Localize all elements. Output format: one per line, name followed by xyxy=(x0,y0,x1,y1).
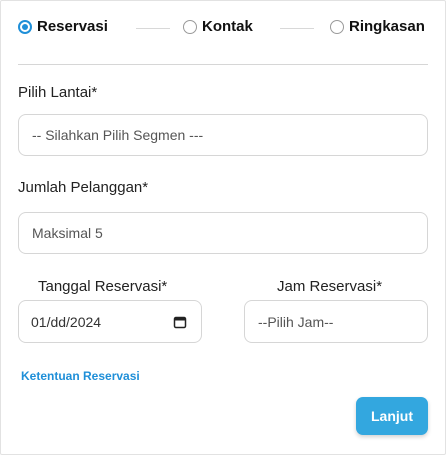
guests-input-placeholder: Maksimal 5 xyxy=(32,225,103,241)
floor-select-placeholder: -- Silahkan Pilih Segmen --- xyxy=(32,127,204,143)
date-input[interactable]: 01/dd/2024 xyxy=(18,300,202,343)
guests-label: Jumlah Pelanggan* xyxy=(18,179,149,196)
step-kontak[interactable]: Kontak xyxy=(183,18,253,35)
step-ringkasan-label: Ringkasan xyxy=(349,18,425,35)
stepper: Reservasi Kontak Ringkasan xyxy=(18,18,437,40)
radio-selected-icon xyxy=(18,19,32,34)
floor-select[interactable]: -- Silahkan Pilih Segmen --- xyxy=(18,114,428,156)
calendar-icon[interactable] xyxy=(173,315,187,329)
date-label: Tanggal Reservasi* xyxy=(38,278,168,295)
reservation-card: Reservasi Kontak Ringkasan Pilih Lantai*… xyxy=(0,0,446,455)
radio-unselected-icon xyxy=(183,19,197,34)
date-input-value: 01/dd/2024 xyxy=(31,313,102,330)
step-connector xyxy=(136,28,170,29)
divider xyxy=(18,64,428,65)
time-label: Jam Reservasi* xyxy=(277,278,383,295)
time-select-placeholder: --Pilih Jam-- xyxy=(258,313,334,330)
radio-unselected-icon xyxy=(330,19,344,34)
step-ringkasan[interactable]: Ringkasan xyxy=(330,18,425,35)
step-reservasi[interactable]: Reservasi xyxy=(18,18,108,35)
next-button[interactable]: Lanjut xyxy=(356,397,428,435)
step-connector xyxy=(280,28,314,29)
step-reservasi-label: Reservasi xyxy=(37,18,108,35)
step-kontak-label: Kontak xyxy=(202,18,253,35)
time-select[interactable]: --Pilih Jam-- xyxy=(244,300,428,343)
guests-input[interactable]: Maksimal 5 xyxy=(18,212,428,254)
floor-label: Pilih Lantai* xyxy=(18,84,98,101)
terms-link[interactable]: Ketentuan Reservasi xyxy=(21,369,140,383)
